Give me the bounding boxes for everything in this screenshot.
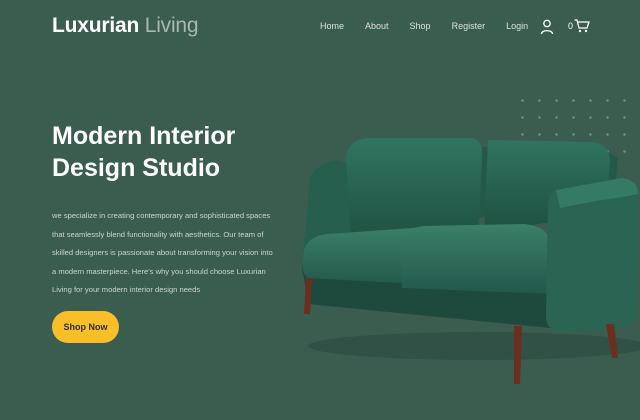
- hero-description: we specialize in creating contemporary a…: [52, 211, 273, 294]
- nav-about[interactable]: About: [365, 21, 389, 31]
- nav-register[interactable]: Register: [452, 21, 486, 31]
- brand-logo[interactable]: Luxurian Living: [52, 14, 199, 38]
- nav-home[interactable]: Home: [320, 21, 344, 31]
- nav-shop[interactable]: Shop: [410, 21, 431, 31]
- shop-now-button[interactable]: Shop Now: [52, 311, 119, 343]
- user-icon[interactable]: [540, 19, 554, 35]
- main-nav: Home About Shop Register Login: [320, 21, 549, 31]
- cart-icon: [574, 19, 590, 33]
- brand-name-part2: Living: [144, 14, 199, 37]
- nav-login[interactable]: Login: [506, 21, 528, 31]
- sofa-image: [301, 138, 640, 384]
- hero-title: Modern Interior Design Studio: [52, 122, 236, 182]
- cart-count: 0: [568, 21, 574, 31]
- cart-button[interactable]: 0: [568, 19, 590, 33]
- brand-name-part1: Luxurian: [52, 14, 140, 37]
